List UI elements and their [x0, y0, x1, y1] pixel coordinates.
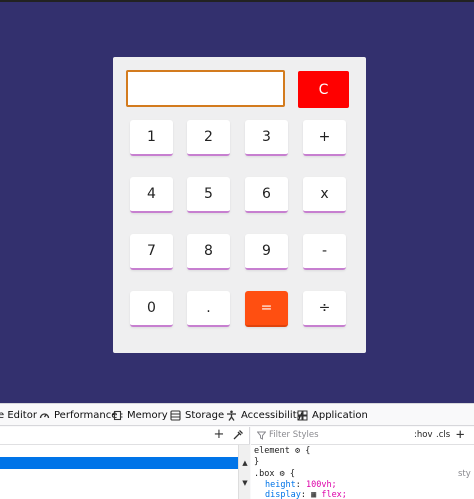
key-9[interactable]: 9 — [245, 234, 288, 270]
key-6[interactable]: 6 — [245, 177, 288, 213]
divider — [251, 444, 474, 445]
property-name: height — [265, 480, 296, 490]
scroll-up-icon[interactable]: ▲ — [241, 459, 249, 467]
key-3[interactable]: 3 — [245, 120, 288, 156]
key-plus[interactable]: + — [303, 120, 346, 156]
brace-open: { — [289, 469, 295, 479]
tab-label: Application — [312, 409, 368, 421]
cls-toggle[interactable]: .cls — [436, 430, 450, 440]
markup-pane: + ▲ ▼ — [0, 427, 250, 499]
tab-performance[interactable]: Performance — [39, 407, 117, 423]
brace-close: } — [254, 457, 260, 467]
gear-icon[interactable]: ⚙ — [280, 469, 285, 479]
markup-toolbar: + — [0, 427, 250, 445]
memory-icon — [112, 410, 123, 421]
css-declaration-display[interactable]: display: ▦ flex; — [265, 490, 347, 499]
markup-scrollbar[interactable]: ▲ ▼ — [238, 445, 250, 499]
key-8[interactable]: 8 — [187, 234, 230, 270]
tab-label: Storage — [185, 409, 225, 421]
tab-label: Performance — [54, 409, 118, 421]
element-rule-close: } — [254, 457, 259, 467]
tab-storage[interactable]: Storage — [170, 407, 224, 423]
key-4[interactable]: 4 — [130, 177, 173, 213]
tab-memory[interactable]: Memory — [112, 407, 168, 423]
key-5[interactable]: 5 — [187, 177, 230, 213]
key-multiply[interactable]: x — [303, 177, 346, 213]
tab-accessibility[interactable]: Accessibility — [226, 407, 303, 423]
element-selector: element — [254, 446, 290, 456]
add-rule-icon[interactable]: + — [456, 427, 464, 443]
key-0[interactable]: 0 — [130, 291, 173, 327]
tab-label: Memory — [127, 409, 168, 421]
tab-label: Accessibility — [241, 409, 303, 421]
storage-icon — [170, 409, 181, 421]
hov-toggle[interactable]: :hov — [414, 430, 432, 440]
tab-style-editor[interactable]: e Editor — [0, 407, 37, 423]
calculator: C 1 2 3 +4 5 6 x 7 8 9- 0. = ÷ — [113, 57, 366, 353]
display-input[interactable] — [126, 70, 285, 107]
key-2[interactable]: 2 — [187, 120, 230, 156]
eyedropper-icon[interactable] — [232, 429, 244, 441]
rule-source-link[interactable]: sty — [458, 469, 471, 479]
scroll-down-icon[interactable]: ▼ — [241, 479, 249, 487]
key-divide[interactable]: ÷ — [303, 291, 346, 327]
tab-application[interactable]: Application — [297, 407, 368, 423]
element-rule-header: element ⚙ { — [254, 446, 310, 456]
property-value: flex; — [321, 490, 347, 499]
filter-icon — [257, 431, 266, 440]
box-rule-header: .box ⚙ { — [254, 469, 295, 479]
filter-placeholder: Filter Styles — [269, 430, 319, 440]
key-decimal[interactable]: . — [187, 291, 230, 327]
flex-badge-icon[interactable]: ▦ — [311, 490, 316, 499]
filter-styles[interactable]: Filter Styles — [257, 430, 319, 440]
key-7[interactable]: 7 — [130, 234, 173, 270]
box-selector[interactable]: .box — [254, 469, 274, 479]
devtools-tabbar: e Editor Performance Memory Storage Acce… — [0, 404, 474, 426]
key-minus[interactable]: - — [303, 234, 346, 270]
gear-icon[interactable]: ⚙ — [295, 446, 300, 456]
clear-button[interactable]: C — [298, 71, 349, 108]
selected-node-row[interactable] — [0, 457, 238, 469]
page-canvas: C 1 2 3 +4 5 6 x 7 8 9- 0. = ÷ — [0, 0, 474, 403]
property-value: 100vh; — [305, 480, 337, 490]
brace-open: { — [305, 446, 311, 456]
add-node-icon[interactable]: + — [213, 428, 225, 441]
tab-label: e Editor — [0, 409, 37, 421]
accessibility-icon — [226, 410, 237, 421]
property-name: display — [265, 490, 301, 499]
performance-icon — [39, 410, 50, 421]
application-icon — [297, 410, 308, 421]
rules-pane: Filter Styles :hov .cls + element ⚙ { } … — [251, 427, 474, 499]
key-1[interactable]: 1 — [130, 120, 173, 156]
key-equals[interactable]: = — [245, 291, 288, 327]
css-declaration-height[interactable]: height: 100vh; — [265, 480, 337, 490]
devtools-panel: e Editor Performance Memory Storage Acce… — [0, 403, 474, 499]
